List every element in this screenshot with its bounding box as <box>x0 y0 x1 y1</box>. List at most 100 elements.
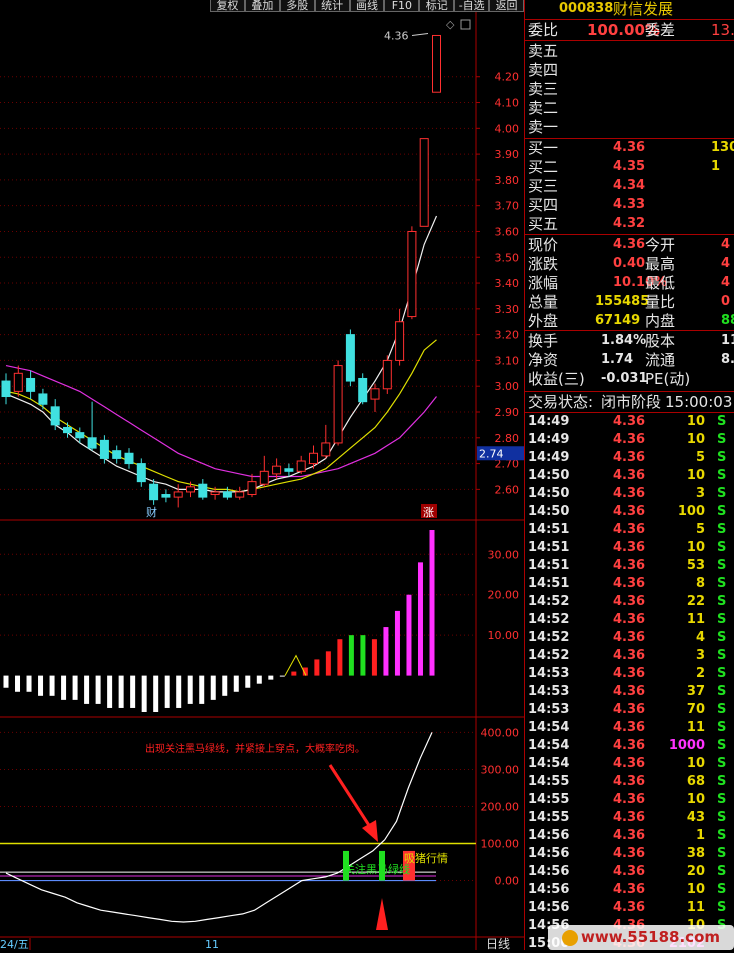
trade-row[interactable]: 14:51 4.36 8 S <box>525 575 734 593</box>
macd-bar <box>15 675 21 692</box>
macd-bar <box>72 675 78 700</box>
candle-body <box>358 377 368 403</box>
toolbar-button-8[interactable]: 返回 <box>489 0 525 12</box>
stock-name: 财信发展 <box>613 0 674 18</box>
trade-volume: 22 <box>686 594 705 609</box>
trade-time: 14:53 <box>528 666 570 681</box>
trade-side: S <box>717 468 727 483</box>
macd-tick-label: 30.00 <box>488 548 520 561</box>
candle-body <box>382 359 392 390</box>
trade-side: S <box>717 450 727 465</box>
trade-row[interactable]: 14:51 4.36 5 S <box>525 521 734 539</box>
toolbar-button-6[interactable]: 标记 <box>419 0 455 12</box>
price-tick-label: 3.20 <box>495 329 520 342</box>
trade-row[interactable]: 14:54 4.36 1000 S <box>525 737 734 755</box>
trade-row[interactable]: 14:53 4.36 37 S <box>525 683 734 701</box>
quote-value: 8.4 <box>721 352 734 367</box>
trade-row[interactable]: 14:50 4.36 10 S <box>525 467 734 485</box>
macd-bar <box>61 675 67 700</box>
trade-row[interactable]: 14:49 4.36 5 S <box>525 449 734 467</box>
trade-row[interactable]: 14:53 4.36 70 S <box>525 701 734 719</box>
trade-row[interactable]: 14:55 4.36 10 S <box>525 791 734 809</box>
quote-row: 买三 4.34 <box>525 177 734 195</box>
trade-row[interactable]: 14:50 4.36 100 S <box>525 503 734 521</box>
trade-volume: 10 <box>686 414 705 429</box>
trade-side: S <box>717 540 727 555</box>
status-state: 闭市阶段 <box>601 393 662 411</box>
toolbar-button-3[interactable]: 统计 <box>314 0 350 12</box>
trade-price: 4.36 <box>613 774 646 789</box>
buy-price: 4.35 <box>613 159 646 174</box>
trade-time: 14:49 <box>528 414 570 429</box>
trade-row[interactable]: 14:52 4.36 22 S <box>525 593 734 611</box>
trade-time: 14:51 <box>528 522 570 537</box>
trade-price: 4.36 <box>613 576 646 591</box>
trade-price: 4.36 <box>613 648 646 663</box>
trade-row[interactable]: 14:56 4.36 10 S <box>525 881 734 899</box>
quote-row: 卖四 <box>525 61 734 79</box>
trade-price: 4.36 <box>613 864 646 879</box>
trade-time: 14:56 <box>528 846 570 861</box>
trade-row[interactable]: 14:56 4.36 38 S <box>525 845 734 863</box>
price-tick-label: 2.90 <box>495 406 520 419</box>
macd-bar <box>256 675 262 684</box>
trade-row[interactable]: 14:52 4.36 4 S <box>525 629 734 647</box>
quote-value: 11. <box>721 333 734 348</box>
trade-time: 14:52 <box>528 612 570 627</box>
candle-body <box>235 491 245 498</box>
trade-row[interactable]: 14:56 4.36 20 S <box>525 863 734 881</box>
trade-time: 14:56 <box>528 864 570 879</box>
trade-row[interactable]: 14:56 4.36 11 S <box>525 899 734 917</box>
buy-label: 买三 <box>528 177 559 195</box>
trade-row[interactable]: 14:55 4.36 68 S <box>525 773 734 791</box>
toolbar-button-7[interactable]: -自选 <box>454 0 490 12</box>
trade-side: S <box>717 630 727 645</box>
toolbar-button-0[interactable]: 复权 <box>210 0 245 12</box>
trade-time: 14:55 <box>528 774 570 789</box>
trade-price: 4.36 <box>613 846 646 861</box>
toolbar-button-1[interactable]: 叠加 <box>244 0 280 12</box>
toolbar-button-2[interactable]: 多股 <box>279 0 315 12</box>
trade-side: S <box>717 576 727 591</box>
trade-row[interactable]: 14:54 4.36 11 S <box>525 719 734 737</box>
kline-chart-area[interactable]: 2.60 2.70 2.80 2.90 3.00 3.10 3.20 3.30 3.40 3.50… <box>0 0 525 950</box>
trade-side: S <box>717 774 727 789</box>
candle-body <box>124 452 134 465</box>
trade-time: 14:51 <box>528 540 570 555</box>
trade-row[interactable]: 14:53 4.36 2 S <box>525 665 734 683</box>
quote-label: 最低 <box>645 274 676 292</box>
trade-row[interactable]: 14:51 4.36 53 S <box>525 557 734 575</box>
quote-label: 现价 <box>528 236 559 254</box>
toolbar-button-5[interactable]: F10 <box>384 0 420 12</box>
trade-row[interactable]: 14:50 4.36 3 S <box>525 485 734 503</box>
trade-row[interactable]: 14:56 4.36 1 S <box>525 827 734 845</box>
kline-chart[interactable]: 2.602.702.802.903.003.103.203.303.403.50… <box>0 0 524 950</box>
trade-price: 4.36 <box>613 666 646 681</box>
quote-row: 现价 4.36 今开 4 <box>525 236 734 254</box>
macd-bar <box>371 639 377 676</box>
trade-volume: 10 <box>686 468 705 483</box>
macd-bar <box>291 671 297 676</box>
trade-time: 14:56 <box>528 828 570 843</box>
trade-volume: 3 <box>695 648 705 663</box>
trade-side: S <box>717 792 727 807</box>
price-tick-label: 3.90 <box>495 148 520 161</box>
trade-row[interactable]: 14:52 4.36 3 S <box>525 647 734 665</box>
trade-row[interactable]: 14:51 4.36 10 S <box>525 539 734 557</box>
square-icon <box>460 19 471 30</box>
trade-price: 4.36 <box>613 810 646 825</box>
buy-label: 买二 <box>528 158 559 176</box>
trade-price: 4.36 <box>613 630 646 645</box>
trade-volume: 53 <box>686 558 705 573</box>
trade-row[interactable]: 14:54 4.36 10 S <box>525 755 734 773</box>
weibi-label: 委比 <box>528 21 559 39</box>
toolbar-button-4[interactable]: 画线 <box>349 0 385 12</box>
trade-row[interactable]: 14:55 4.36 43 S <box>525 809 734 827</box>
trade-volume: 10 <box>686 756 705 771</box>
buy-volume: 130 <box>711 140 734 155</box>
trade-row[interactable]: 14:49 4.36 10 S <box>525 413 734 431</box>
candle-body <box>321 442 331 457</box>
trade-row[interactable]: 14:49 4.36 10 S <box>525 431 734 449</box>
trade-row[interactable]: 14:52 4.36 11 S <box>525 611 734 629</box>
macd-bar <box>406 594 412 676</box>
